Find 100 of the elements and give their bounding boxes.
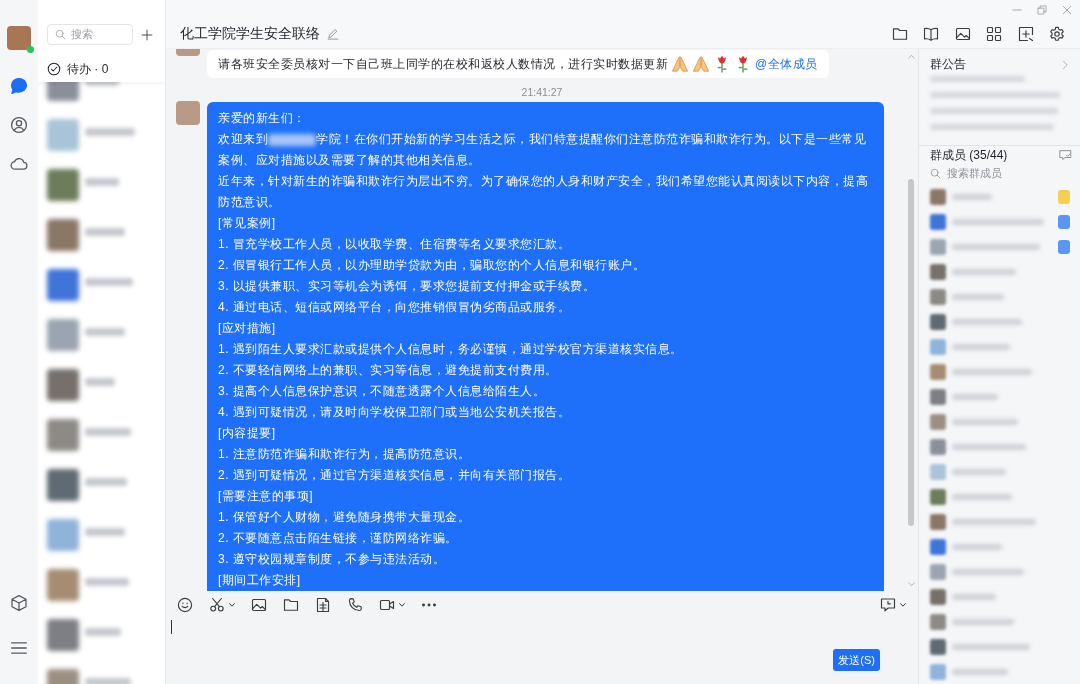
blurred-avatar[interactable]: [930, 288, 946, 305]
blurred-avatar[interactable]: [47, 369, 79, 401]
folder-icon[interactable]: [891, 26, 908, 42]
blurred-avatar[interactable]: [930, 613, 946, 630]
cloud-icon[interactable]: [10, 155, 28, 173]
blurred-text: [268, 133, 316, 146]
blurred-avatar[interactable]: [47, 169, 79, 201]
profile-avatar[interactable]: [7, 26, 31, 50]
caret-icon[interactable]: [229, 603, 235, 607]
blurred-avatar[interactable]: [930, 263, 946, 280]
cube-icon[interactable]: [10, 594, 28, 612]
caret-icon[interactable]: [399, 603, 405, 607]
blurred-text: [952, 568, 1024, 575]
menu-icon[interactable]: [10, 639, 28, 657]
section-heading: [需要注意的事项]: [218, 488, 315, 505]
scroll-up-icon[interactable]: [907, 52, 916, 61]
blurred-avatar[interactable]: [930, 188, 946, 205]
scissors-icon[interactable]: [209, 597, 225, 613]
blurred-avatar[interactable]: [47, 269, 79, 301]
blurred-avatar[interactable]: [47, 469, 79, 501]
caret-icon[interactable]: [900, 603, 906, 607]
section-heading: [应对措施]: [218, 320, 277, 337]
blurred-avatar[interactable]: [930, 438, 946, 455]
plus-icon[interactable]: [141, 28, 153, 41]
blurred-text: [952, 493, 1012, 500]
smiley-icon[interactable]: [177, 597, 193, 613]
settings-icon[interactable]: [1049, 26, 1065, 42]
check-circle-icon[interactable]: [47, 62, 61, 76]
blurred-avatar[interactable]: [47, 619, 79, 651]
blurred-avatar[interactable]: [930, 488, 946, 505]
chat-history-icon[interactable]: [880, 597, 896, 613]
blurred-avatar[interactable]: [930, 513, 946, 530]
document-icon[interactable]: [315, 597, 331, 613]
blurred-text: [952, 418, 1018, 425]
restore-icon[interactable]: [1037, 5, 1047, 15]
blurred-avatar[interactable]: [930, 638, 946, 655]
blurred-text: [85, 128, 135, 136]
member-chat-icon[interactable]: [1059, 149, 1072, 163]
add-square-icon[interactable]: [1017, 26, 1034, 42]
phone-icon[interactable]: [347, 597, 363, 613]
blurred-avatar[interactable]: [930, 588, 946, 605]
blurred-text: [85, 428, 131, 436]
scroll-down-icon[interactable]: [907, 580, 916, 589]
chevron-right-icon[interactable]: [1060, 59, 1070, 70]
book-icon[interactable]: [923, 26, 939, 42]
member-search-field[interactable]: 搜索群成员: [926, 165, 1072, 181]
blurred-avatar[interactable]: [930, 213, 946, 230]
blurred-avatar[interactable]: [47, 569, 79, 601]
timestamp: 21:41:27: [520, 85, 564, 99]
message-text: 请各班安全委员核对一下自己班上同学的在校和返校人数情况，进行实时数据更新: [218, 55, 668, 73]
blurred-avatar[interactable]: [930, 538, 946, 555]
blurred-text: [952, 343, 1010, 350]
section-heading: [期间工作安排]: [218, 572, 302, 589]
image-icon[interactable]: [251, 597, 267, 613]
blurred-avatar[interactable]: [47, 419, 79, 451]
blurred-avatar[interactable]: [930, 388, 946, 405]
pencil-icon[interactable]: [327, 28, 339, 40]
folder-icon[interactable]: [283, 597, 299, 613]
user-circle-icon[interactable]: [10, 116, 28, 134]
blurred-avatar[interactable]: [930, 563, 946, 580]
scrollbar-thumb[interactable]: [908, 179, 914, 526]
blurred-text: [85, 678, 131, 684]
blurred-avatar[interactable]: [930, 463, 946, 480]
blurred-avatar[interactable]: [930, 413, 946, 430]
blurred-text: [85, 478, 127, 486]
blurred-text: [952, 193, 992, 200]
grid-icon[interactable]: [986, 26, 1002, 42]
sender-avatar[interactable]: [176, 101, 200, 125]
mention-link[interactable]: @全体成员: [755, 55, 818, 73]
todo-label[interactable]: 待办 · 0: [67, 60, 109, 78]
blurred-text: [85, 378, 115, 386]
blurred-text: [85, 328, 125, 336]
video-camera-icon[interactable]: [379, 597, 395, 613]
blurred-avatar[interactable]: [930, 313, 946, 330]
blurred-avatar[interactable]: [47, 319, 79, 351]
list-item: 1. 保管好个人财物，避免随身携带大量现金。: [218, 509, 472, 526]
chat-bubble-icon[interactable]: [10, 77, 28, 95]
blurred-avatar[interactable]: [930, 663, 946, 680]
praying-hands-icon: [671, 55, 689, 73]
list-item: 2. 假冒银行工作人员，以办理助学贷款为由，骗取您的个人信息和银行账户。: [218, 257, 647, 274]
send-button[interactable]: 发送(S): [833, 649, 880, 671]
blurred-avatar[interactable]: [47, 219, 79, 251]
list-item: 2. 不要轻信网络上的兼职、实习等信息，避免提前支付费用。: [218, 362, 559, 379]
image-icon[interactable]: [954, 26, 971, 42]
message-paragraph: 亲爱的新生们：: [218, 110, 307, 127]
search-field[interactable]: 搜索: [47, 24, 133, 45]
search-icon: [930, 167, 941, 179]
blurred-avatar[interactable]: [930, 238, 946, 255]
blurred-avatar[interactable]: [930, 338, 946, 355]
section-title: 群成员 (35/44): [930, 147, 1008, 165]
list-item: 4. 通过电话、短信或网络平台，向您推销假冒伪劣商品或服务。: [218, 299, 572, 316]
close-icon[interactable]: [1062, 5, 1072, 15]
blurred-text: [952, 543, 1002, 550]
message-text: 欢迎来到: [218, 131, 268, 148]
list-item: 3. 遵守校园规章制度，不参与违法活动。: [218, 551, 447, 568]
list-item: 1. 冒充学校工作人员，以收取学费、住宿费等名义要求您汇款。: [218, 236, 572, 253]
blurred-avatar[interactable]: [47, 519, 79, 551]
blurred-avatar[interactable]: [930, 363, 946, 380]
list-item: 2. 不要随意点击陌生链接，谨防网络诈骗。: [218, 530, 459, 547]
blurred-text: [952, 318, 1022, 325]
